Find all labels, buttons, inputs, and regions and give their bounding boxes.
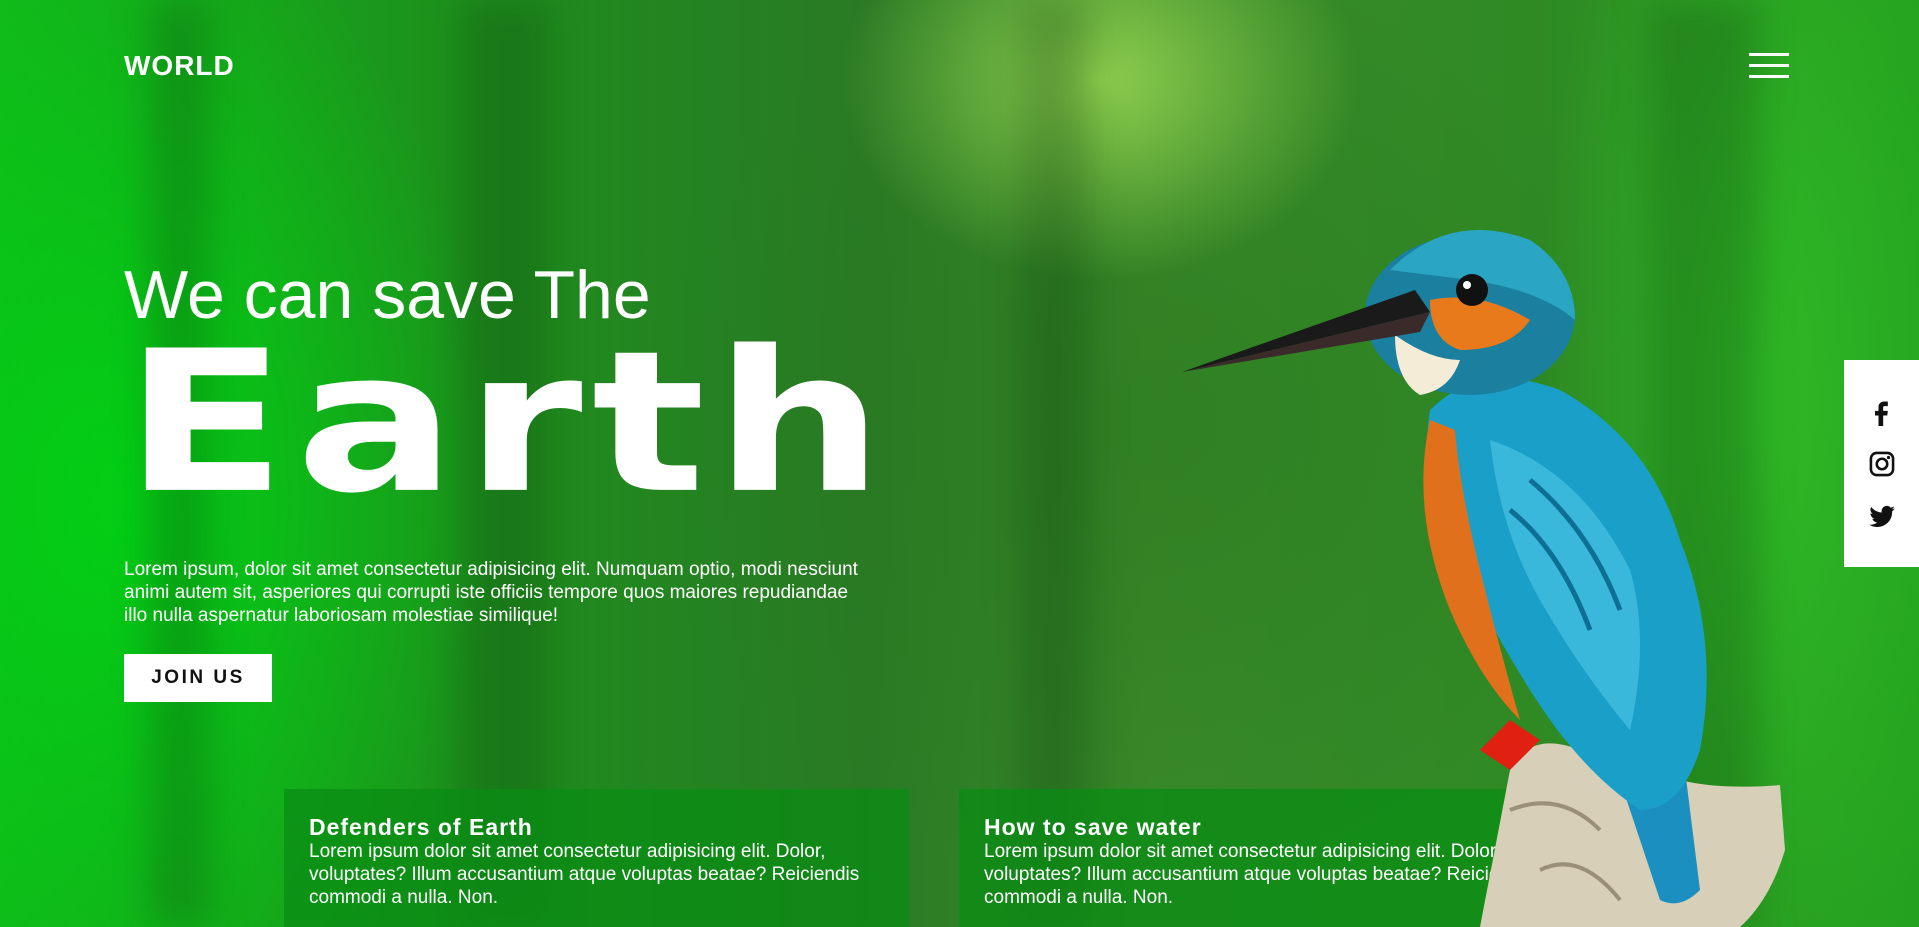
facebook-icon[interactable] xyxy=(1868,398,1896,426)
social-bar xyxy=(1844,360,1919,567)
hero-title: Earth xyxy=(124,309,893,537)
hero-description: Lorem ipsum, dolor sit amet consectetur … xyxy=(124,559,858,626)
join-us-button[interactable]: JOIN US xyxy=(124,654,272,702)
instagram-icon[interactable] xyxy=(1868,450,1896,478)
hamburger-menu-icon[interactable] xyxy=(1749,53,1789,81)
twitter-icon[interactable] xyxy=(1868,502,1896,530)
kingfisher-image xyxy=(1182,230,1785,927)
card-text: Lorem ipsum dolor sit amet consectetur a… xyxy=(309,841,860,908)
background-tree xyxy=(1020,0,1090,927)
logo[interactable]: WORLD xyxy=(124,50,235,82)
card-title: Defenders of Earth xyxy=(309,814,533,840)
info-card[interactable]: Defenders of Earth Lorem ipsum dolor sit… xyxy=(284,789,909,927)
